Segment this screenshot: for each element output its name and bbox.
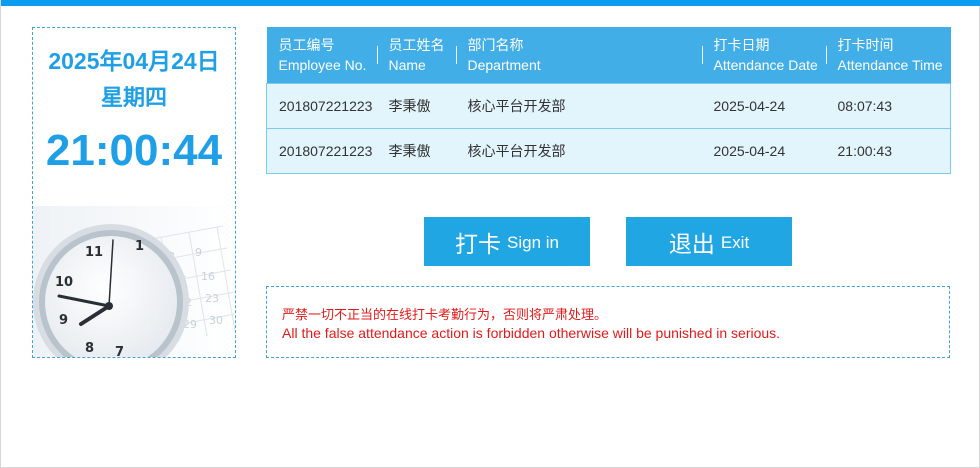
column-header-cn: 打卡日期	[713, 37, 770, 53]
svg-text:11: 11	[85, 245, 103, 260]
svg-text:8: 8	[85, 341, 94, 356]
column-header-en: Attendance Date	[713, 57, 818, 73]
column-divider	[455, 46, 457, 64]
column-divider	[701, 46, 703, 64]
warning-notice: 严禁一切不正当的在线打卡考勤行为，否则将严肃处理。 All the false …	[266, 286, 950, 358]
column-header-name: 员工姓名 Name	[376, 27, 456, 84]
column-header-en: Name	[388, 57, 426, 73]
svg-text:1: 1	[135, 239, 144, 254]
cell-name: 李秉傲	[376, 128, 456, 174]
cell-employee-no: 201807221223	[266, 128, 377, 174]
column-header-cn: 员工编号	[278, 37, 335, 53]
column-header-en: Employee No.	[278, 57, 367, 73]
cell-attendance-date: 2025-04-24	[701, 128, 826, 174]
column-header-cn: 部门名称	[467, 37, 524, 53]
column-header-en: Department	[467, 57, 541, 73]
svg-text:9: 9	[59, 313, 68, 328]
sign-in-label-cn: 打卡	[455, 230, 501, 257]
column-header-cn: 打卡时间	[837, 37, 894, 53]
svg-text:9: 9	[195, 246, 202, 259]
wall-clock-icon: 8 9 15 16 22 23 29 30 11 10 9 8 7 1	[33, 206, 235, 357]
column-header-attendance-date: 打卡日期 Attendance Date	[701, 27, 826, 84]
top-accent-bar	[1, 0, 980, 6]
column-header-en: Attendance Time	[837, 57, 943, 73]
current-time: 21:00:44	[45, 126, 223, 175]
sign-in-label-en: Sign in	[507, 233, 559, 252]
cell-attendance-date: 2025-04-24	[701, 83, 826, 129]
exit-button[interactable]: 退出 Exit	[626, 217, 792, 266]
attendance-table: 员工编号 Employee No. 员工姓名 Name 部门名称 Departm…	[266, 27, 951, 174]
svg-text:30: 30	[209, 314, 223, 327]
clock-panel: 2025年04月24日 星期四 21:00:44 8	[32, 27, 236, 358]
column-header-attendance-time: 打卡时间 Attendance Time	[825, 27, 951, 84]
cell-department: 核心平台开发部	[455, 128, 702, 174]
svg-text:16: 16	[201, 270, 215, 283]
svg-text:10: 10	[55, 275, 73, 290]
table-header-row: 员工编号 Employee No. 员工姓名 Name 部门名称 Departm…	[266, 27, 951, 84]
column-divider	[376, 46, 378, 64]
current-date: 2025年04月24日	[48, 48, 220, 74]
column-header-cn: 员工姓名	[388, 37, 445, 53]
svg-text:7: 7	[115, 345, 124, 357]
exit-label-cn: 退出	[668, 230, 715, 257]
column-header-employee-no: 员工编号 Employee No.	[266, 27, 377, 84]
warning-text-en: All the false attendance action is forbi…	[282, 325, 781, 341]
warning-text-cn: 严禁一切不正当的在线打卡考勤行为，否则将严肃处理。	[282, 307, 608, 322]
sign-in-button[interactable]: 打卡 Sign in	[424, 217, 590, 266]
table-row: 201807221223 李秉傲 核心平台开发部 2025-04-24 08:0…	[266, 83, 951, 129]
column-divider	[825, 46, 827, 64]
cell-name: 李秉傲	[376, 83, 456, 129]
cell-attendance-time: 21:00:43	[825, 128, 951, 174]
svg-text:23: 23	[205, 292, 219, 305]
cell-department: 核心平台开发部	[455, 83, 702, 129]
app-window: 2025年04月24日 星期四 21:00:44 8	[0, 0, 980, 468]
current-weekday: 星期四	[100, 85, 167, 110]
cell-employee-no: 201807221223	[266, 83, 377, 129]
cell-attendance-time: 08:07:43	[825, 83, 951, 129]
exit-label-en: Exit	[720, 233, 750, 252]
column-header-department: 部门名称 Department	[455, 27, 702, 84]
table-row: 201807221223 李秉傲 核心平台开发部 2025-04-24 21:0…	[266, 128, 951, 174]
